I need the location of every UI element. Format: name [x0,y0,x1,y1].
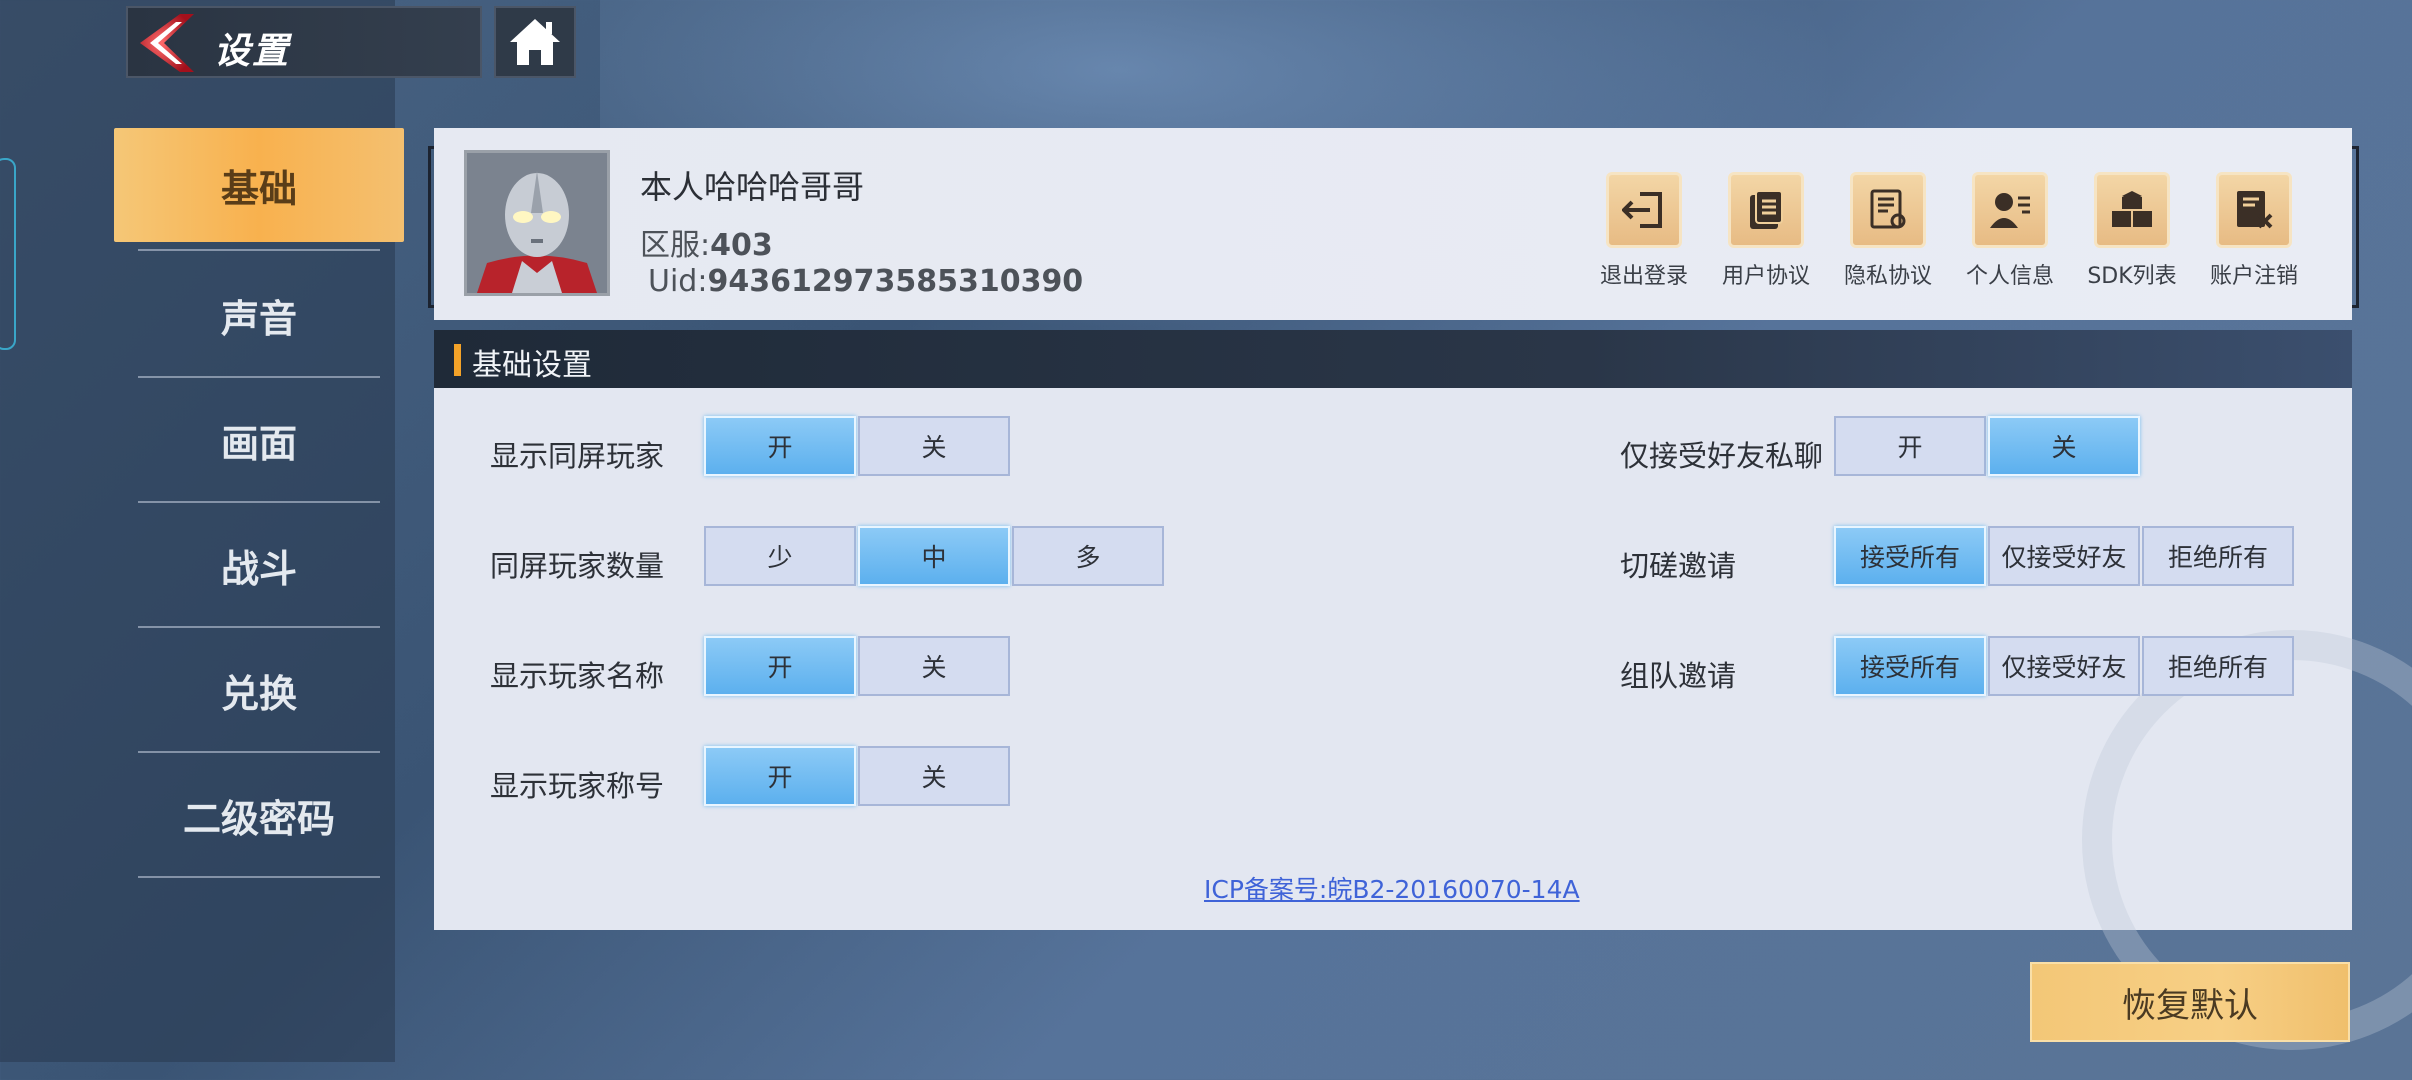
home-button[interactable] [494,6,576,78]
user-agreement-button[interactable]: 用户协议 [1706,172,1826,290]
sdk-list-label: SDK列表 [2087,264,2177,289]
section-header: 基础设置 [434,330,2352,388]
show-titles-toggle: 开 关 [704,746,1012,806]
nav-item-label: 兑换 [220,672,297,716]
section-title: 基础设置 [472,348,592,383]
logout-icon [1606,172,1682,248]
logout-label: 退出登录 [1599,264,1688,289]
server-label: 区服: [640,228,711,263]
show-titles-off[interactable]: 关 [858,746,1010,806]
logout-button[interactable]: 退出登录 [1584,172,1704,290]
sdk-list-icon [2094,172,2170,248]
show-titles-on[interactable]: 开 [704,746,856,806]
show-players-toggle: 开 关 [704,416,1012,476]
show-names-on[interactable]: 开 [704,636,856,696]
team-invite-friends-only[interactable]: 仅接受好友 [1988,636,2140,696]
sdk-list-button[interactable]: SDK列表 [2072,172,2192,290]
account-cancel-button[interactable]: 账户注销 [2194,172,2314,290]
section-marker [454,344,461,376]
friend-chat-on[interactable]: 开 [1834,416,1986,476]
nav-item-basic[interactable]: 基础 [114,128,404,251]
server-value: 403 [710,228,773,263]
team-invite-reject-all[interactable]: 拒绝所有 [2142,636,2294,696]
team-invite-accept-all[interactable]: 接受所有 [1834,636,1986,696]
player-count-many[interactable]: 多 [1012,526,1164,586]
account-cancel-label: 账户注销 [2209,264,2298,289]
friend-chat-toggle: 开 关 [1834,416,2142,476]
side-nav: 基础 声音 画面 战斗 兑换 二级密码 [114,128,404,878]
nav-item-label: 战斗 [220,547,297,591]
duel-invite-selector: 接受所有 仅接受好友 拒绝所有 [1834,526,2296,586]
privacy-agreement-button[interactable]: 隐私协议 [1828,172,1948,290]
show-players-off[interactable]: 关 [858,416,1010,476]
show-names-off[interactable]: 关 [858,636,1010,696]
privacy-agreement-icon [1850,172,1926,248]
restore-default-label: 恢复默认 [2122,985,2258,1026]
nav-item-sound[interactable]: 声音 [114,253,404,378]
player-nickname: 本人哈哈哈哥哥 [640,168,865,206]
friend-chat-off[interactable]: 关 [1988,416,2140,476]
uid-value: 943612973585310390 [707,264,1084,299]
server-info: 区服:403 [640,220,773,264]
settings-panel: 基础设置 显示同屏玩家 开 关 同屏玩家数量 少 中 多 显示玩家名称 开 关 … [434,330,2412,1050]
setting-label-show-players: 显示同屏玩家 [490,439,665,473]
personal-info-label: 个人信息 [1965,264,2054,289]
nav-item-label: 画面 [220,422,297,466]
account-cancel-icon [2216,172,2292,248]
nav-item-label: 基础 [220,166,297,211]
personal-info-icon [1972,172,2048,248]
show-players-on[interactable]: 开 [704,416,856,476]
nav-item-graphics[interactable]: 画面 [114,378,404,503]
home-icon [510,19,560,65]
restore-default-button[interactable]: 恢复默认 [2030,962,2350,1042]
left-edge-decoration [0,158,16,350]
uid-info: Uid:943612973585310390 [648,264,1083,299]
icp-link[interactable]: ICP备案号:皖B2-20160070-14A [1204,870,1580,906]
uid-label: Uid: [648,264,708,299]
duel-invite-accept-all[interactable]: 接受所有 [1834,526,1986,586]
page-title: 设置 [214,31,291,72]
back-arrow-icon[interactable] [136,12,206,74]
setting-label-team-invite: 组队邀请 [1620,659,1737,693]
profile-card: 本人哈哈哈哥哥 区服:403 Uid:943612973585310390 退出… [434,128,2352,320]
avatar[interactable] [464,150,610,296]
player-count-medium[interactable]: 中 [858,526,1010,586]
duel-invite-friends-only[interactable]: 仅接受好友 [1988,526,2140,586]
nav-item-secondary-password[interactable]: 二级密码 [114,753,404,878]
nav-item-battle[interactable]: 战斗 [114,503,404,628]
setting-label-show-titles: 显示玩家称号 [490,769,665,803]
user-agreement-icon [1728,172,1804,248]
top-bar: 设置 [126,6,482,78]
user-agreement-label: 用户协议 [1721,264,1810,289]
personal-info-button[interactable]: 个人信息 [1950,172,2070,290]
nav-item-label: 二级密码 [182,797,335,841]
setting-label-duel-invite: 切磋邀请 [1620,549,1737,583]
setting-label-player-count: 同屏玩家数量 [490,549,665,583]
nav-item-label: 声音 [220,297,297,341]
player-count-selector: 少 中 多 [704,526,1166,586]
privacy-agreement-label: 隐私协议 [1843,264,1932,289]
show-names-toggle: 开 关 [704,636,1012,696]
duel-invite-reject-all[interactable]: 拒绝所有 [2142,526,2294,586]
nav-item-redeem[interactable]: 兑换 [114,628,404,753]
player-count-few[interactable]: 少 [704,526,856,586]
setting-label-friend-chat: 仅接受好友私聊 [1620,439,1824,473]
team-invite-selector: 接受所有 仅接受好友 拒绝所有 [1834,636,2296,696]
setting-label-show-names: 显示玩家名称 [490,659,665,693]
